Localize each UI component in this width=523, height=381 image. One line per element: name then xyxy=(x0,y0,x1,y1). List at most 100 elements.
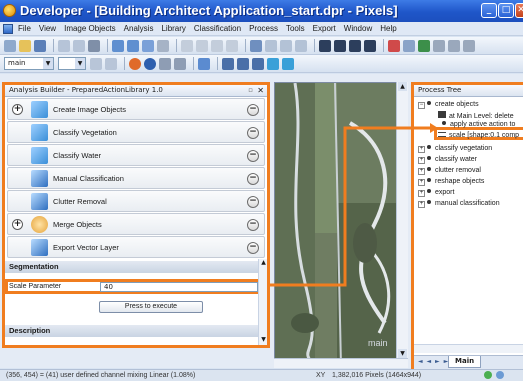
stop-icon[interactable] xyxy=(144,57,156,70)
sample-view-icon[interactable] xyxy=(211,39,223,52)
chevron-down-icon[interactable]: ▼ xyxy=(75,58,85,69)
scale-parameter-input[interactable]: 40 xyxy=(100,282,258,292)
undo-icon[interactable] xyxy=(112,39,124,52)
action-classify-water[interactable]: Classify Water − xyxy=(7,144,265,166)
tree-item-manual-classification[interactable]: + manual classification xyxy=(418,200,500,208)
level-up-icon[interactable] xyxy=(105,57,117,70)
classify-icon[interactable] xyxy=(418,39,430,52)
scroll-up-icon[interactable]: ▲ xyxy=(259,259,268,268)
scroll-down-icon[interactable]: ▼ xyxy=(259,336,268,345)
split-view-icon[interactable] xyxy=(319,39,331,52)
menu-analysis[interactable]: Analysis xyxy=(124,24,154,33)
histogram-icon[interactable] xyxy=(237,57,249,70)
open-image-icon[interactable] xyxy=(58,39,70,52)
menu-image-objects[interactable]: Image Objects xyxy=(64,24,116,33)
tree-item-apply-active-action[interactable]: apply active action to xyxy=(442,121,515,128)
delete-icon[interactable] xyxy=(388,39,400,52)
expand-icon[interactable]: + xyxy=(418,201,425,208)
expand-icon[interactable]: + xyxy=(418,168,425,175)
image-horizontal-scrollbar[interactable] xyxy=(274,358,408,368)
object-mean-icon[interactable] xyxy=(295,39,307,52)
action-merge-objects[interactable]: + Merge Objects − xyxy=(7,213,265,235)
builder-scrollbar[interactable]: ▲ ▼ xyxy=(258,259,267,345)
menu-library[interactable]: Library xyxy=(161,24,185,33)
menu-export[interactable]: Export xyxy=(313,24,336,33)
options-icon[interactable] xyxy=(448,39,460,52)
layer-mixing-icon[interactable] xyxy=(226,39,238,52)
execute-button[interactable]: Press to execute xyxy=(99,301,203,313)
menu-process[interactable]: Process xyxy=(249,24,278,33)
expand-icon[interactable]: + xyxy=(418,146,425,153)
chart-icon[interactable] xyxy=(198,57,210,70)
window-options-icon[interactable] xyxy=(463,39,475,52)
document-icon[interactable] xyxy=(3,23,13,34)
zoom-in-icon[interactable] xyxy=(157,39,169,52)
image-vertical-scrollbar[interactable]: ▲ ▼ xyxy=(396,82,408,358)
chevron-down-icon[interactable]: ▼ xyxy=(43,58,53,69)
menu-file[interactable]: File xyxy=(18,24,31,33)
pin-icon[interactable]: ▫ xyxy=(248,85,253,96)
menu-classification[interactable]: Classification xyxy=(194,24,241,33)
remove-action-button[interactable]: − xyxy=(247,242,259,254)
remove-action-button[interactable]: − xyxy=(247,219,259,231)
close-image-icon[interactable] xyxy=(73,39,85,52)
action-create-image-objects[interactable]: + Create Image Objects − xyxy=(7,98,265,120)
tab-main[interactable]: Main xyxy=(448,356,482,368)
remove-action-button[interactable]: − xyxy=(247,150,259,162)
expand-icon[interactable]: + xyxy=(12,219,23,230)
expand-icon[interactable]: + xyxy=(418,179,425,186)
execute-icon[interactable] xyxy=(129,57,141,70)
feature-view-icon[interactable] xyxy=(181,39,193,52)
tree-item-create-objects[interactable]: − create objects xyxy=(418,101,479,109)
collapse-icon[interactable]: − xyxy=(418,102,425,109)
image-layers-icon[interactable] xyxy=(88,39,100,52)
level-down-icon[interactable] xyxy=(90,57,102,70)
settings-icon[interactable] xyxy=(433,39,445,52)
expand-icon[interactable]: + xyxy=(418,157,425,164)
level-select[interactable]: ▼ xyxy=(58,57,86,70)
play-icon[interactable] xyxy=(267,57,279,70)
redo-icon[interactable] xyxy=(127,39,139,52)
image-view[interactable] xyxy=(274,82,408,366)
outline-icon[interactable] xyxy=(265,39,277,52)
menu-window[interactable]: Window xyxy=(344,24,372,33)
tree-item-reshape-objects[interactable]: + reshape objects xyxy=(418,178,484,186)
expand-icon[interactable]: + xyxy=(12,104,23,115)
select-mode-icon[interactable] xyxy=(142,39,154,52)
scroll-up-icon[interactable]: ▲ xyxy=(398,82,407,91)
tree-item-scale[interactable]: scale [shape:0.1 comp xyxy=(438,132,519,139)
tree-item-export[interactable]: + export xyxy=(418,189,454,197)
step-icon[interactable] xyxy=(174,57,186,70)
close-icon[interactable]: ✕ xyxy=(257,85,264,96)
tree-item-clutter-removal[interactable]: + clutter removal xyxy=(418,167,481,175)
maximize-button[interactable]: □ xyxy=(498,3,514,18)
debug-icon[interactable] xyxy=(159,57,171,70)
action-manual-classification[interactable]: Manual Classification − xyxy=(7,167,265,189)
open-project-icon[interactable] xyxy=(19,39,31,52)
tree-item-main-level-delete[interactable]: at Main Level: delete xyxy=(438,111,514,120)
fast-forward-icon[interactable] xyxy=(282,57,294,70)
export-icon[interactable] xyxy=(252,57,264,70)
view-select[interactable]: main ▼ xyxy=(4,57,54,70)
action-clutter-removal[interactable]: Clutter Removal − xyxy=(7,190,265,212)
grid-view-icon[interactable] xyxy=(349,39,361,52)
remove-action-button[interactable]: − xyxy=(247,173,259,185)
new-project-icon[interactable] xyxy=(4,39,16,52)
menu-view[interactable]: View xyxy=(39,24,56,33)
magnify-icon[interactable] xyxy=(403,39,415,52)
single-view-icon[interactable] xyxy=(364,39,376,52)
action-export-vector-layer[interactable]: Export Vector Layer − xyxy=(7,236,265,258)
class-view-icon[interactable] xyxy=(196,39,208,52)
pixel-view-icon[interactable] xyxy=(280,39,292,52)
scroll-down-icon[interactable]: ▼ xyxy=(398,349,407,358)
action-classify-vegetation[interactable]: Classify Vegetation − xyxy=(7,121,265,143)
menu-tools[interactable]: Tools xyxy=(286,24,305,33)
tile-view-icon[interactable] xyxy=(334,39,346,52)
expand-icon[interactable]: + xyxy=(418,190,425,197)
remove-action-button[interactable]: − xyxy=(247,127,259,139)
remove-action-button[interactable]: − xyxy=(247,196,259,208)
menu-help[interactable]: Help xyxy=(380,24,396,33)
minimize-button[interactable]: _ xyxy=(481,3,497,18)
tree-item-classify-water[interactable]: + classify water xyxy=(418,156,477,164)
tree-item-classify-vegetation[interactable]: + classify vegetation xyxy=(418,145,492,153)
